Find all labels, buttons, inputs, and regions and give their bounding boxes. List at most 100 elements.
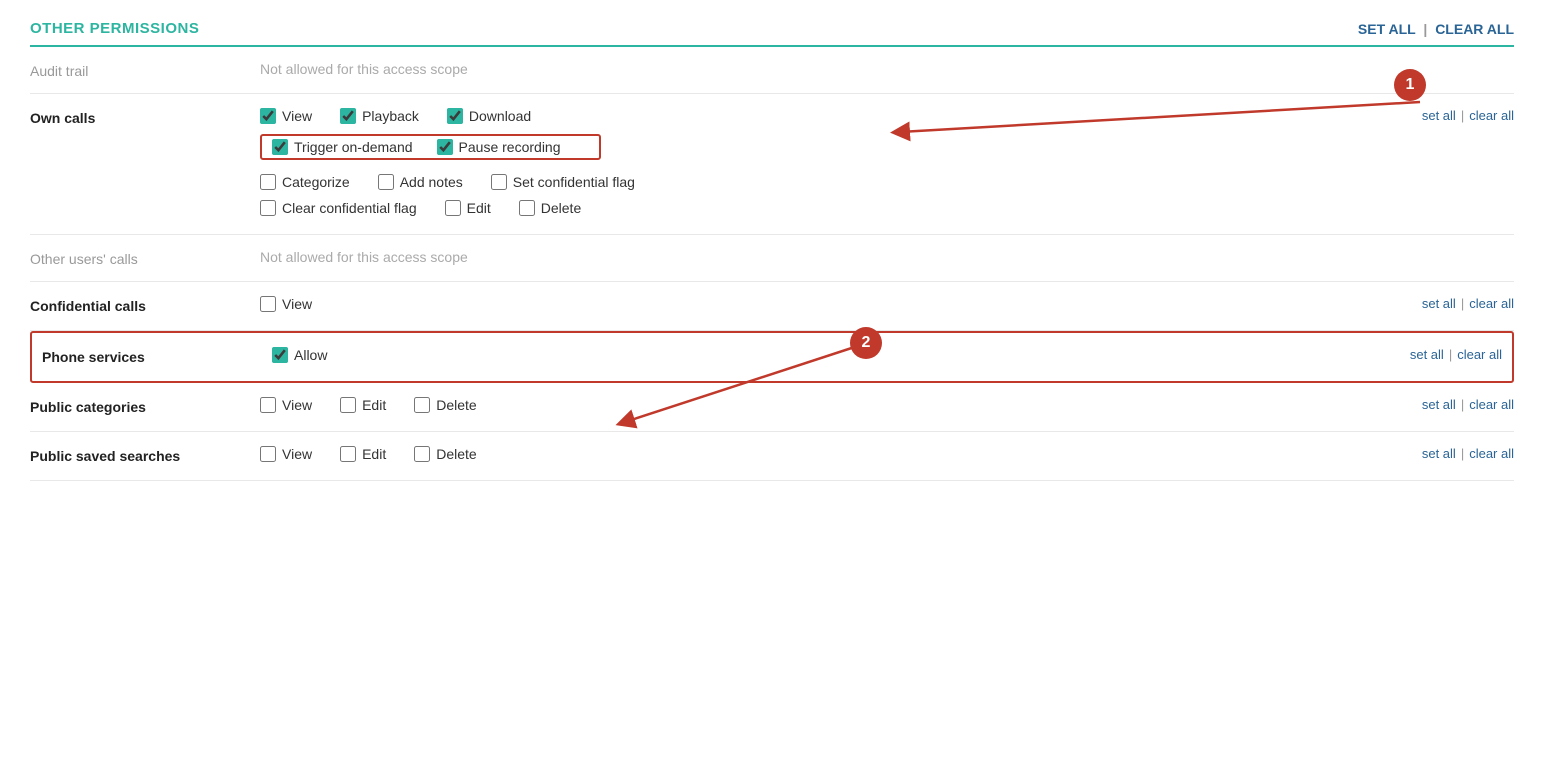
label-other-users-calls: Other users' calls bbox=[30, 249, 260, 267]
checkbox-oc-pause[interactable]: Pause recording bbox=[437, 139, 561, 155]
controls-phone-services: Allow bbox=[272, 347, 1390, 367]
actions-phone-services: set all | clear all bbox=[1390, 347, 1502, 362]
divider-public-categories: | bbox=[1461, 397, 1464, 412]
input-pss-view[interactable] bbox=[260, 446, 276, 462]
checkbox-oc-addnotes[interactable]: Add notes bbox=[378, 174, 463, 190]
own-calls-row3: Categorize Add notes Set confidential fl… bbox=[260, 174, 1402, 190]
not-allowed-other-users: Not allowed for this access scope bbox=[260, 249, 468, 265]
not-allowed-audit-trail: Not allowed for this access scope bbox=[260, 61, 468, 77]
checkbox-pss-view[interactable]: View bbox=[260, 446, 312, 462]
label-public-saved-searches: Public saved searches bbox=[30, 446, 260, 464]
row-own-calls: Own calls View Playback bbox=[30, 94, 1514, 235]
row-public-categories: Public categories View Edit Delete bbox=[30, 383, 1514, 432]
section-title: OTHER PERMISSIONS bbox=[30, 20, 199, 37]
rows-wrapper: 1 2 Audit trail Not allowed for this acc… bbox=[30, 47, 1514, 481]
input-cc-view[interactable] bbox=[260, 296, 276, 312]
own-calls-highlight-box: Trigger on-demand Pause recording bbox=[260, 134, 601, 160]
section-header: OTHER PERMISSIONS SET ALL | CLEAR ALL bbox=[30, 20, 1514, 47]
global-set-all-button[interactable]: SET ALL bbox=[1358, 21, 1416, 37]
controls-own-calls: View Playback Download bbox=[260, 108, 1402, 220]
input-ps-allow[interactable] bbox=[272, 347, 288, 363]
label-own-calls: Own calls bbox=[30, 108, 260, 126]
set-all-public-saved-searches[interactable]: set all bbox=[1422, 446, 1456, 461]
controls-audit-trail: Not allowed for this access scope bbox=[260, 61, 1514, 77]
global-clear-all-button[interactable]: CLEAR ALL bbox=[1435, 21, 1514, 37]
clear-all-own-calls[interactable]: clear all bbox=[1469, 108, 1514, 123]
conf-calls-row1: View bbox=[260, 296, 1402, 312]
row-public-saved-searches: Public saved searches View Edit Delete bbox=[30, 432, 1514, 481]
checkbox-oc-trigger[interactable]: Trigger on-demand bbox=[272, 139, 413, 155]
actions-public-categories: set all | clear all bbox=[1402, 397, 1514, 412]
input-pc-view[interactable] bbox=[260, 397, 276, 413]
clear-all-public-saved-searches[interactable]: clear all bbox=[1469, 446, 1514, 461]
checkbox-pss-edit[interactable]: Edit bbox=[340, 446, 386, 462]
input-oc-trigger[interactable] bbox=[272, 139, 288, 155]
public-saved-searches-row1: View Edit Delete bbox=[260, 446, 1402, 462]
set-all-own-calls[interactable]: set all bbox=[1422, 108, 1456, 123]
checkbox-oc-setconfidential[interactable]: Set confidential flag bbox=[491, 174, 635, 190]
checkbox-pc-delete[interactable]: Delete bbox=[414, 397, 476, 413]
set-all-public-categories[interactable]: set all bbox=[1422, 397, 1456, 412]
controls-confidential-calls: View bbox=[260, 296, 1402, 316]
divider-public-saved-searches: | bbox=[1461, 446, 1464, 461]
clear-all-confidential-calls[interactable]: clear all bbox=[1469, 296, 1514, 311]
controls-public-saved-searches: View Edit Delete bbox=[260, 446, 1402, 466]
input-oc-delete[interactable] bbox=[519, 200, 535, 216]
checkbox-pc-edit[interactable]: Edit bbox=[340, 397, 386, 413]
global-divider: | bbox=[1423, 21, 1427, 37]
checkbox-oc-view[interactable]: View bbox=[260, 108, 312, 124]
input-oc-playback[interactable] bbox=[340, 108, 356, 124]
input-oc-clearconfidential[interactable] bbox=[260, 200, 276, 216]
input-oc-categorize[interactable] bbox=[260, 174, 276, 190]
row-confidential-calls: Confidential calls View set all | clear … bbox=[30, 282, 1514, 331]
checkbox-pc-view[interactable]: View bbox=[260, 397, 312, 413]
own-calls-row1: View Playback Download bbox=[260, 108, 1402, 124]
divider-confidential-calls: | bbox=[1461, 296, 1464, 311]
input-pc-delete[interactable] bbox=[414, 397, 430, 413]
checkbox-oc-clearconfidential[interactable]: Clear confidential flag bbox=[260, 200, 417, 216]
annotation-circle-1: 1 bbox=[1394, 69, 1426, 101]
checkbox-oc-playback[interactable]: Playback bbox=[340, 108, 419, 124]
input-oc-view[interactable] bbox=[260, 108, 276, 124]
input-oc-setconfidential[interactable] bbox=[491, 174, 507, 190]
checkbox-oc-download[interactable]: Download bbox=[447, 108, 531, 124]
input-pc-edit[interactable] bbox=[340, 397, 356, 413]
actions-public-saved-searches: set all | clear all bbox=[1402, 446, 1514, 461]
label-phone-services: Phone services bbox=[42, 347, 272, 365]
input-oc-addnotes[interactable] bbox=[378, 174, 394, 190]
controls-public-categories: View Edit Delete bbox=[260, 397, 1402, 417]
permissions-container: OTHER PERMISSIONS SET ALL | CLEAR ALL bbox=[0, 0, 1544, 501]
input-pss-delete[interactable] bbox=[414, 446, 430, 462]
annotation-circle-2: 2 bbox=[850, 327, 882, 359]
input-oc-edit[interactable] bbox=[445, 200, 461, 216]
clear-all-public-categories[interactable]: clear all bbox=[1469, 397, 1514, 412]
phone-services-row1: Allow bbox=[272, 347, 1390, 363]
checkbox-pss-delete[interactable]: Delete bbox=[414, 446, 476, 462]
clear-all-phone-services[interactable]: clear all bbox=[1457, 347, 1502, 362]
checkbox-cc-view[interactable]: View bbox=[260, 296, 312, 312]
set-all-phone-services[interactable]: set all bbox=[1410, 347, 1444, 362]
checkbox-oc-categorize[interactable]: Categorize bbox=[260, 174, 350, 190]
checkbox-oc-delete[interactable]: Delete bbox=[519, 200, 581, 216]
checkbox-oc-edit[interactable]: Edit bbox=[445, 200, 491, 216]
divider-own-calls: | bbox=[1461, 108, 1464, 123]
row-phone-services: Phone services Allow set all | clear all bbox=[30, 331, 1514, 383]
label-audit-trail: Audit trail bbox=[30, 61, 260, 79]
own-calls-row2: Trigger on-demand Pause recording bbox=[260, 134, 1402, 164]
input-oc-pause[interactable] bbox=[437, 139, 453, 155]
public-categories-row1: View Edit Delete bbox=[260, 397, 1402, 413]
label-public-categories: Public categories bbox=[30, 397, 260, 415]
actions-confidential-calls: set all | clear all bbox=[1402, 296, 1514, 311]
divider-phone-services: | bbox=[1449, 347, 1452, 362]
set-all-confidential-calls[interactable]: set all bbox=[1422, 296, 1456, 311]
row-audit-trail: Audit trail Not allowed for this access … bbox=[30, 47, 1514, 94]
global-set-clear-all: SET ALL | CLEAR ALL bbox=[1358, 21, 1514, 37]
checkbox-ps-allow[interactable]: Allow bbox=[272, 347, 327, 363]
input-pss-edit[interactable] bbox=[340, 446, 356, 462]
own-calls-row4: Clear confidential flag Edit Delete bbox=[260, 200, 1402, 216]
row-other-users-calls: Other users' calls Not allowed for this … bbox=[30, 235, 1514, 282]
input-oc-download[interactable] bbox=[447, 108, 463, 124]
own-calls-inner: Own calls View Playback bbox=[30, 108, 1514, 220]
label-confidential-calls: Confidential calls bbox=[30, 296, 260, 314]
actions-own-calls: set all | clear all bbox=[1402, 108, 1514, 123]
